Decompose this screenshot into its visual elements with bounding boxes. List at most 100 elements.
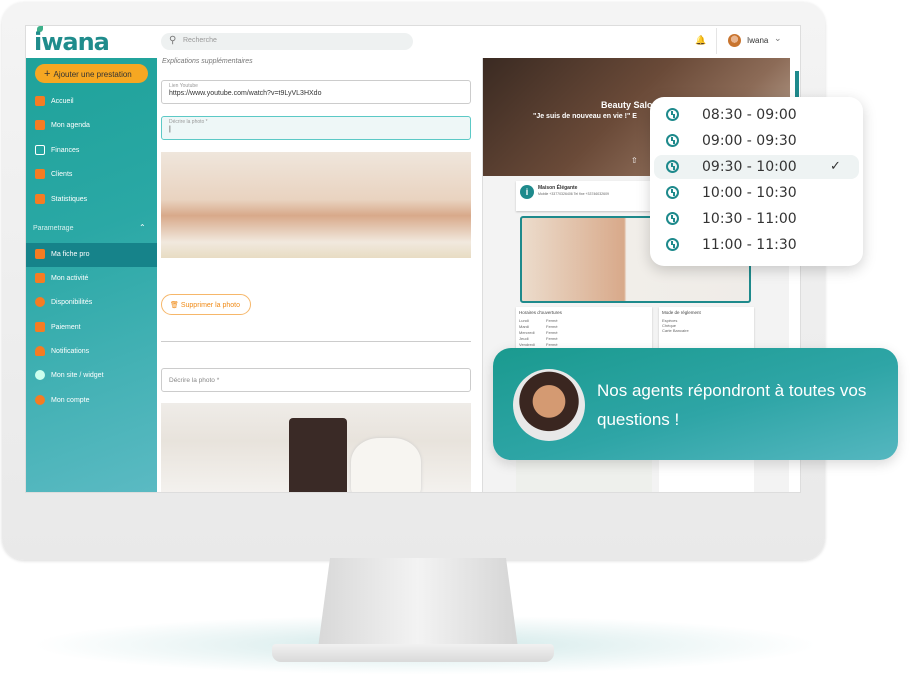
- hours-day: Jeudi: [519, 336, 529, 341]
- divider: [161, 341, 471, 342]
- add-service-label: Ajouter une prestation: [53, 70, 132, 79]
- form-content: Explications supplémentaires Lien Youtub…: [161, 58, 473, 492]
- calendar-icon: [35, 120, 45, 130]
- business-phones: Mobile +33770326406 Tel fixe +3374603260…: [538, 192, 609, 196]
- section-label: Explications supplémentaires: [162, 58, 253, 65]
- user-name[interactable]: Iwana: [747, 36, 768, 45]
- monitor-stand-neck: [318, 558, 518, 648]
- time-slot-label: 10:30 - 11:00: [702, 211, 797, 227]
- youtube-link-label: Lien Youtube: [169, 83, 198, 89]
- photo1-description-input[interactable]: Décrire la photo * |: [161, 116, 471, 140]
- time-slot-option[interactable]: 09:00 - 09:30: [650, 129, 863, 153]
- time-slot-option[interactable]: 08:30 - 09:00: [650, 103, 863, 127]
- time-slot-option[interactable]: 09:30 - 10:00 ✓: [654, 155, 859, 179]
- sidebar-item-label: Paiement: [51, 324, 81, 331]
- sidebar-item-statistiques[interactable]: Statistiques: [26, 188, 157, 212]
- sidebar-item-label: Disponibilités: [51, 299, 93, 306]
- opening-hours-title: Horaires d'ouvertures: [519, 310, 562, 315]
- sidebar-item-notifications[interactable]: Notifications: [26, 340, 157, 364]
- sidebar-item-paiement[interactable]: Paiement: [26, 316, 157, 340]
- profile-card-icon: [35, 249, 45, 259]
- business-info-card: i Maison Élégante Mobile +33770326406 Te…: [516, 181, 652, 211]
- youtube-link-input[interactable]: Lien Youtube https://www.youtube.com/wat…: [161, 80, 471, 104]
- gear-icon: [35, 297, 45, 307]
- clock-icon: [666, 160, 679, 173]
- sidebar-item-label: Notifications: [51, 348, 90, 355]
- clock-icon: [666, 186, 679, 199]
- photo2-description-placeholder: Décrire la photo *: [169, 377, 220, 384]
- clock-icon: [666, 134, 679, 147]
- time-slot-label: 09:30 - 10:00: [702, 159, 797, 175]
- business-name: Maison Élégante: [538, 185, 578, 191]
- chevron-up-icon[interactable]: ⌃: [139, 223, 146, 232]
- time-slot-label: 11:00 - 11:30: [702, 237, 797, 253]
- notification-bell-icon[interactable]: 🔔: [695, 35, 706, 46]
- checkmark-icon: ✓: [830, 158, 841, 173]
- hours-status: Fermé: [546, 318, 558, 323]
- support-agent-avatar: [513, 369, 585, 441]
- sidebar-item-label: Ma fiche pro: [51, 251, 90, 258]
- logo: iwana: [34, 28, 110, 56]
- time-slot-option[interactable]: 10:30 - 11:00: [650, 207, 863, 231]
- hero-title: Beauty Salo: [601, 100, 653, 110]
- sidebar-item-label: Finances: [51, 147, 80, 154]
- sidebar-item-label: Clients: [51, 171, 73, 178]
- time-slot-label: 09:00 - 09:30: [702, 133, 797, 149]
- bell-icon: [35, 346, 45, 356]
- chat-message: Nos agents répondront à toutes vos quest…: [597, 381, 867, 429]
- dashboard-icon: [35, 96, 45, 106]
- sidebar-item-activite[interactable]: Mon activité: [26, 267, 157, 291]
- briefcase-icon: [35, 273, 45, 283]
- photo1-description-label: Décrire la photo *: [169, 119, 208, 125]
- account-icon: [35, 395, 45, 405]
- sidebar-item-label: Mon agenda: [51, 122, 90, 129]
- hero-subtitle: "Je suis de nouveau en vie !" E: [533, 113, 637, 120]
- monitor-stand-base: [272, 644, 554, 662]
- sidebar-item-label: Mon compte: [51, 397, 90, 404]
- candle-jar: [289, 418, 347, 492]
- photo2-description-input[interactable]: Décrire la photo *: [161, 368, 471, 392]
- sidebar-item-site-widget[interactable]: Mon site / widget: [26, 364, 157, 388]
- header-divider: [716, 28, 717, 54]
- clock-icon: [666, 238, 679, 251]
- search-input[interactable]: ⚲ Recherche: [161, 33, 413, 50]
- payment-method: Carte Bancaire: [662, 328, 689, 333]
- globe-icon: [35, 370, 45, 380]
- trash-icon: 🗑: [170, 302, 181, 309]
- sidebar-item-agenda[interactable]: Mon agenda: [26, 114, 157, 138]
- search-placeholder: Recherche: [183, 37, 217, 44]
- share-icon[interactable]: ⇧: [631, 156, 638, 165]
- location-map[interactable]: [516, 458, 652, 492]
- clock-icon: [666, 212, 679, 225]
- hours-day: Mardi: [519, 324, 530, 329]
- sidebar-item-accueil[interactable]: Accueil: [26, 90, 157, 114]
- info-icon: i: [520, 185, 534, 199]
- time-slot-option[interactable]: 11:00 - 11:30: [650, 233, 863, 257]
- delete-photo-button[interactable]: 🗑 Supprimer la photo: [161, 294, 251, 315]
- sidebar-item-finances[interactable]: Finances: [26, 139, 157, 163]
- sidebar-item-label: Mon activité: [51, 275, 89, 282]
- users-icon: [35, 169, 45, 179]
- time-slot-label: 10:00 - 10:30: [702, 185, 797, 201]
- grid-icon: [35, 145, 45, 155]
- sidebar-item-compte[interactable]: Mon compte: [26, 389, 157, 413]
- hours-status: Fermé: [546, 330, 558, 335]
- sidebar-item-label: Statistiques: [51, 196, 88, 203]
- chevron-down-icon[interactable]: ⌄: [774, 33, 782, 44]
- sidebar-item-clients[interactable]: Clients: [26, 163, 157, 187]
- bar-chart-icon: [35, 194, 45, 204]
- sidebar-item-disponibilites[interactable]: Disponibilités: [26, 291, 157, 315]
- clock-icon: [666, 108, 679, 121]
- delete-photo-label: Supprimer la photo: [180, 302, 240, 309]
- support-chat-bubble[interactable]: Nos agents répondront à toutes vos quest…: [493, 348, 898, 460]
- add-service-button[interactable]: + Ajouter une prestation: [35, 64, 148, 83]
- hours-day: Lundi: [519, 318, 529, 323]
- user-avatar[interactable]: [728, 34, 741, 47]
- time-slot-option[interactable]: 10:00 - 10:30: [650, 181, 863, 205]
- sidebar-item-fiche-pro[interactable]: Ma fiche pro: [26, 243, 157, 267]
- time-slot-label: 08:30 - 09:00: [702, 107, 797, 123]
- hours-day: Mercredi: [519, 330, 535, 335]
- sidebar: + Ajouter une prestation Accueil Mon age…: [26, 58, 157, 492]
- elephant-vase: [351, 438, 421, 492]
- section-parametrage: Parametrage: [33, 225, 74, 232]
